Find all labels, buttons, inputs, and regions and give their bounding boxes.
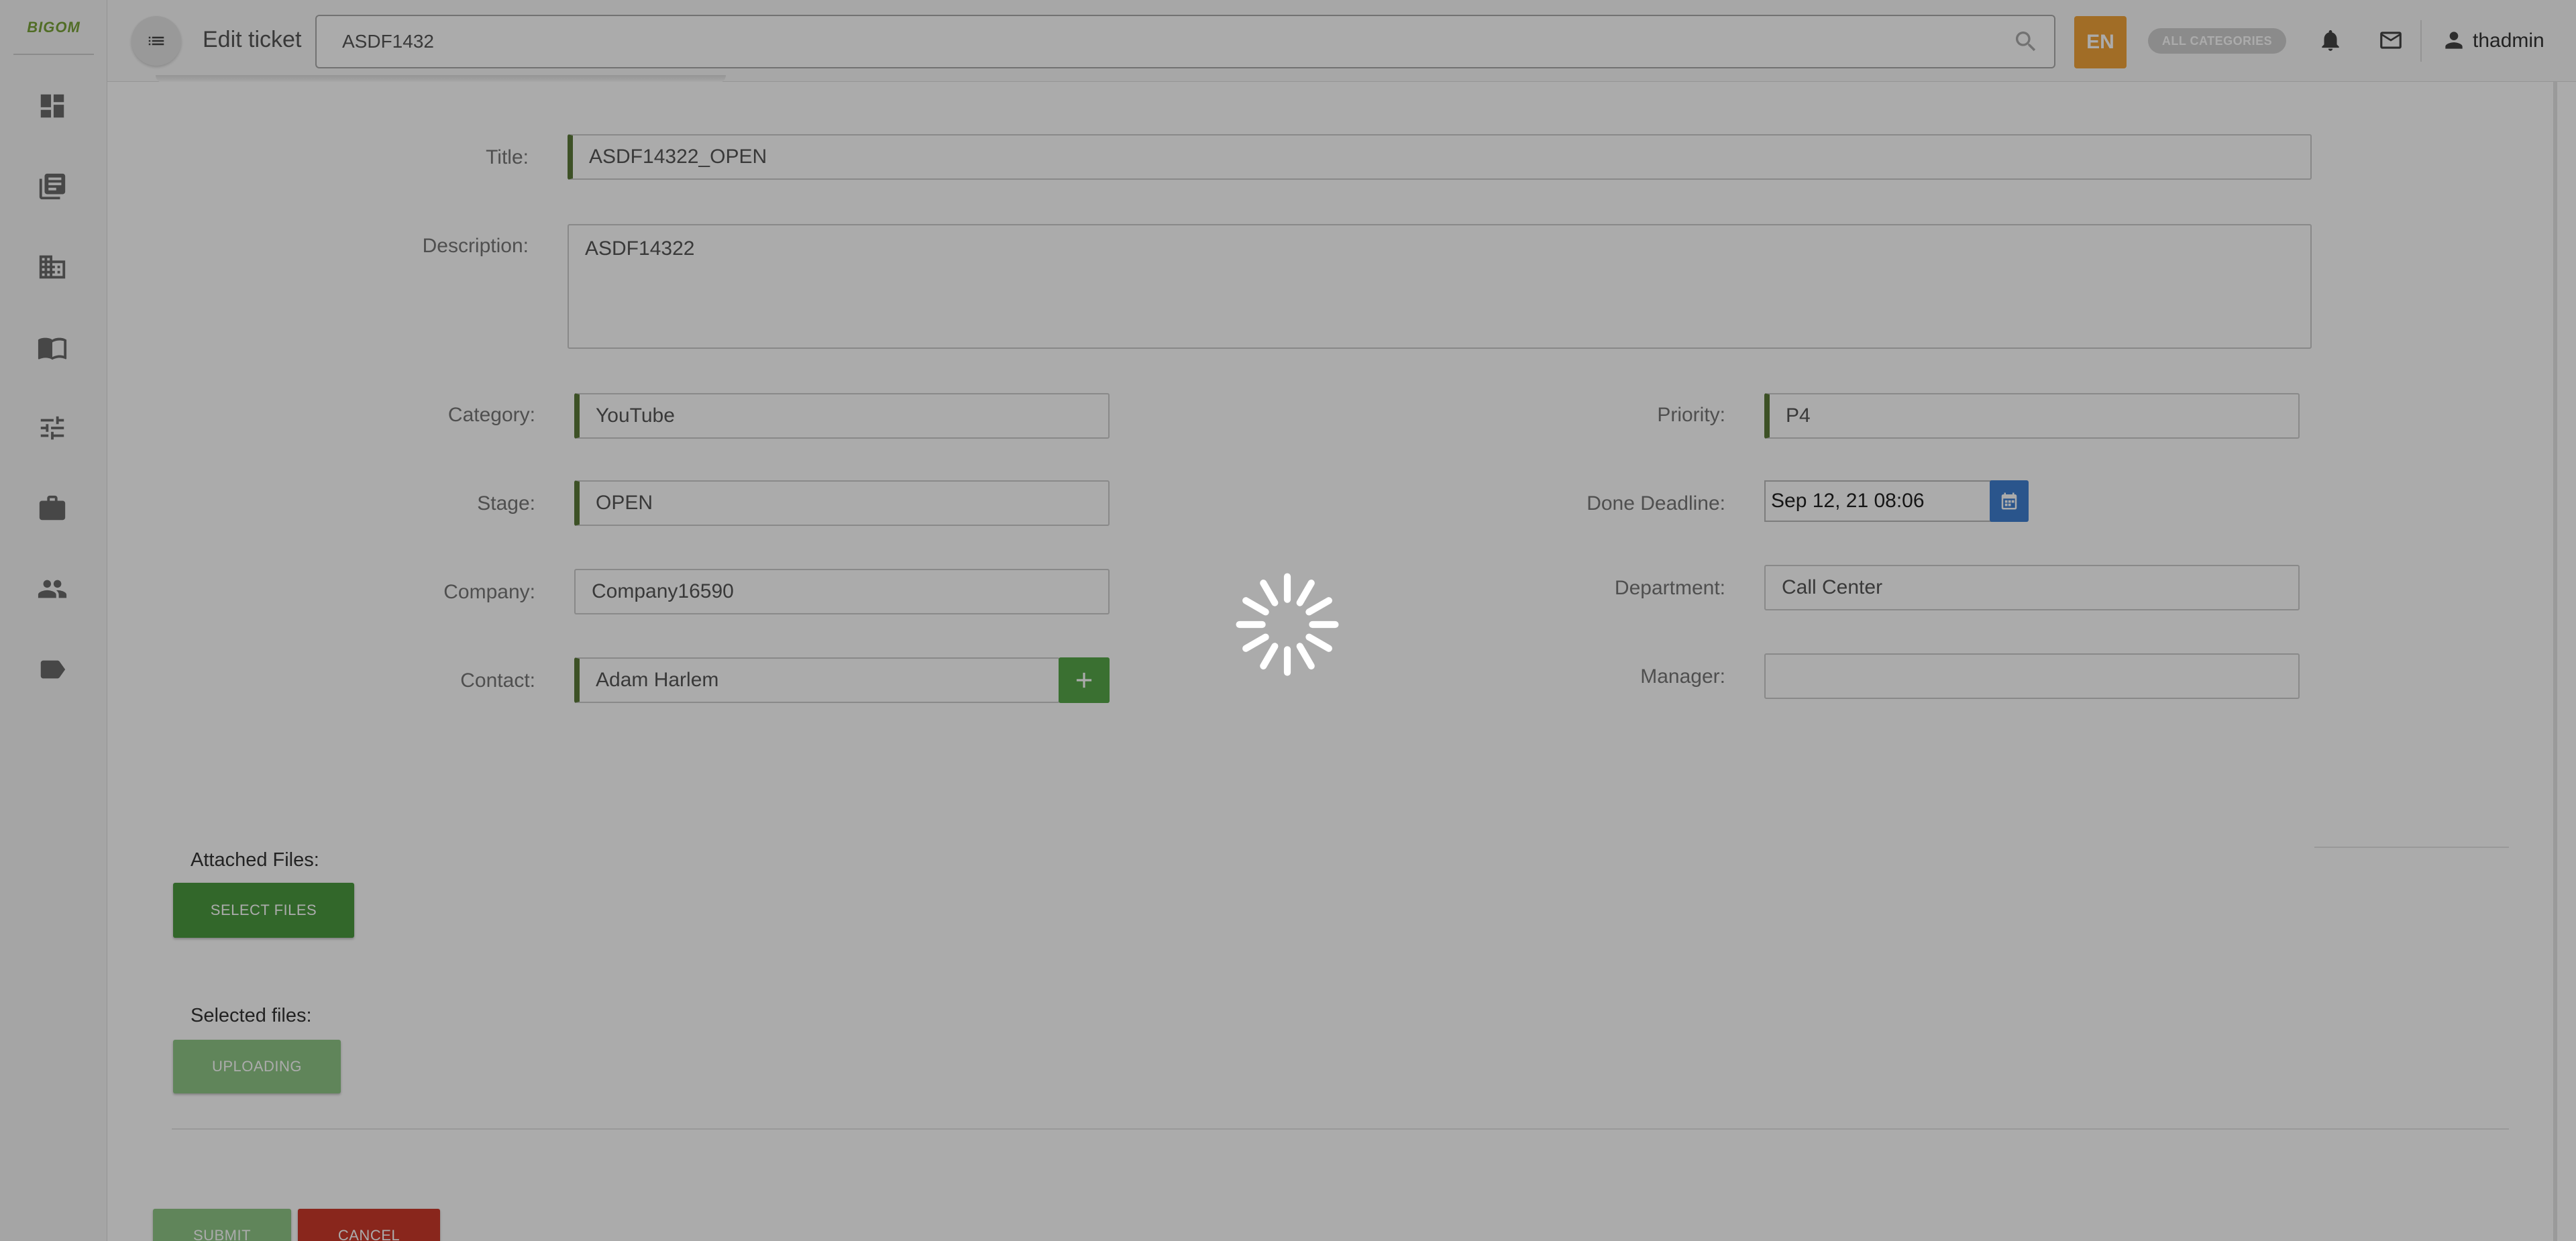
loading-spinner-icon: [1236, 573, 1339, 676]
loading-overlay: [0, 0, 2576, 1241]
